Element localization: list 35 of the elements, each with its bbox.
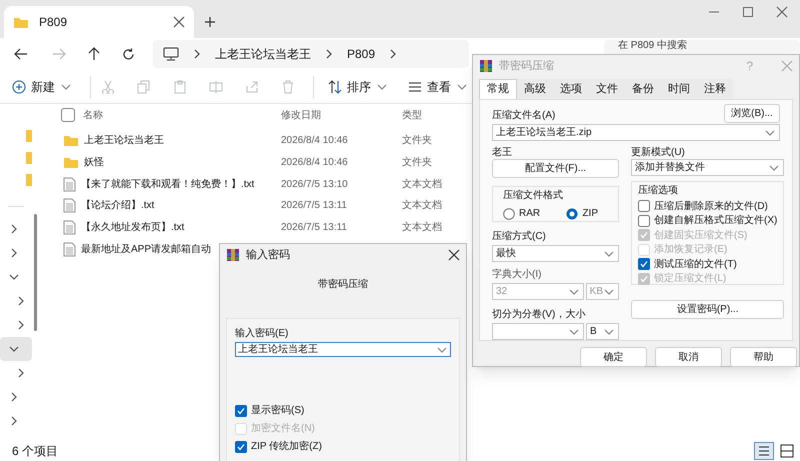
field-label: 切分为分卷(V)，大小 [492,308,586,322]
checkbox-label: 加密文件名(N) [251,422,315,436]
checkbox-label: 显示密码(S) [251,404,304,418]
date-cell-text: 2026/7/5 13:10 [281,178,349,192]
field-label: 更新模式(U) [631,146,686,159]
status-text: 6 个项目 [12,443,58,460]
radio-label: RAR [519,207,540,221]
type-cell-text: 文本文档 [402,220,443,236]
dialog-title: 输入密码 [246,248,291,263]
tab-title: P809 [39,14,68,31]
type-cell-text: 文件夹 [402,156,433,170]
field-label: 字典大小(I) [492,268,542,282]
type-cell-text: 文件夹 [402,134,433,148]
group-title: 压缩选项 [638,184,679,198]
type-cell-text: 文本文档 [402,198,443,214]
field-label: 输入密码(E) [235,326,290,341]
checkbox-label: 创建自解压格式压缩文件(X) [654,214,778,228]
radio-label: ZIP [582,207,598,221]
checkbox-label: 锁定压缩文件(L) [654,272,726,286]
dialog-subtitle: 带密码压缩 [317,278,369,292]
checkbox-label: 创建固实压缩文件(S) [654,228,748,243]
checkbox-label: 测试压缩的文件(T) [654,258,737,272]
checkbox-label: 压缩后删除原来的文件(D) [654,200,768,214]
type-cell-text: 文本文档 [402,178,443,192]
date-cell-text: 2026/8/4 10:46 [281,156,349,170]
field-label: 压缩文件名(A) [492,108,556,123]
checkbox-label: 添加恢复记录(E) [654,242,728,258]
checkbox-label: ZIP 传统加密(Z) [251,440,322,454]
date-cell-text: 2026/7/5 13:11 [281,199,348,214]
group-title: 压缩文件格式 [503,188,564,203]
date-cell-text: 2026/8/4 10:46 [281,134,349,148]
dialog-title: 带密码压缩 [499,58,555,74]
date-cell-text: 2026/7/5 13:11 [281,221,348,236]
field-label: 压缩方式(C) [492,230,547,244]
field-label: 老王 [492,146,513,159]
